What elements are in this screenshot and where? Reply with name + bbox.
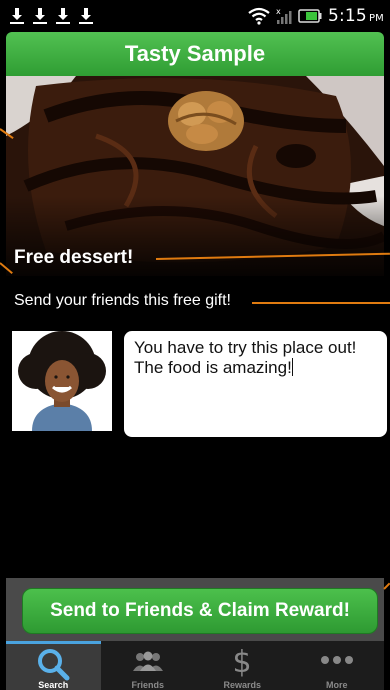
tab-rewards[interactable]: $ Rewards — [195, 641, 290, 690]
tab-label: Friends — [131, 680, 164, 690]
tab-more[interactable]: More — [290, 641, 385, 690]
tab-friends[interactable]: Friends — [101, 641, 196, 690]
tab-label: Rewards — [223, 680, 262, 690]
wifi-icon — [248, 7, 270, 25]
battery-icon — [298, 9, 322, 23]
friend-avatar — [12, 331, 112, 431]
clock-ampm: PM — [368, 13, 384, 24]
clock-time: 5:15 — [327, 6, 367, 26]
page-title: Tasty Sample — [124, 41, 266, 66]
dollar-icon: $ — [233, 645, 252, 677]
more-icon — [320, 656, 353, 664]
download-icon — [10, 8, 24, 24]
tab-label: Search — [38, 680, 69, 690]
download-icon — [79, 8, 93, 24]
offer-headline: Free dessert! — [14, 247, 134, 268]
tab-label: More — [325, 680, 348, 690]
message-input[interactable]: You have to try this place out! The food… — [124, 331, 387, 437]
app-title-bar: Tasty Sample — [6, 32, 384, 76]
clock: 5:15 PM — [328, 6, 384, 26]
callout-line — [252, 302, 390, 304]
cta-label: Send to Friends & Claim Reward! — [50, 600, 350, 621]
message-text: You have to try this place out! The food… — [134, 338, 357, 377]
signal-icon: x — [276, 7, 292, 24]
status-bar: x 5:15 PM — [0, 0, 390, 32]
offer-subline: Send your friends this free gift! — [14, 292, 231, 309]
svg-text:x: x — [276, 7, 281, 16]
bottom-tab-bar: Search Friends $ Rewards More — [6, 641, 384, 690]
search-icon — [38, 649, 70, 681]
tab-search[interactable]: Search — [6, 641, 101, 690]
callout-line — [383, 582, 390, 590]
download-icon — [33, 8, 47, 24]
download-icon — [56, 8, 70, 24]
friends-icon — [132, 651, 163, 671]
send-claim-reward-button[interactable]: Send to Friends & Claim Reward! — [22, 588, 378, 634]
svg-text:$: $ — [233, 645, 252, 677]
dessert-image — [6, 76, 384, 276]
text-cursor — [291, 358, 293, 376]
